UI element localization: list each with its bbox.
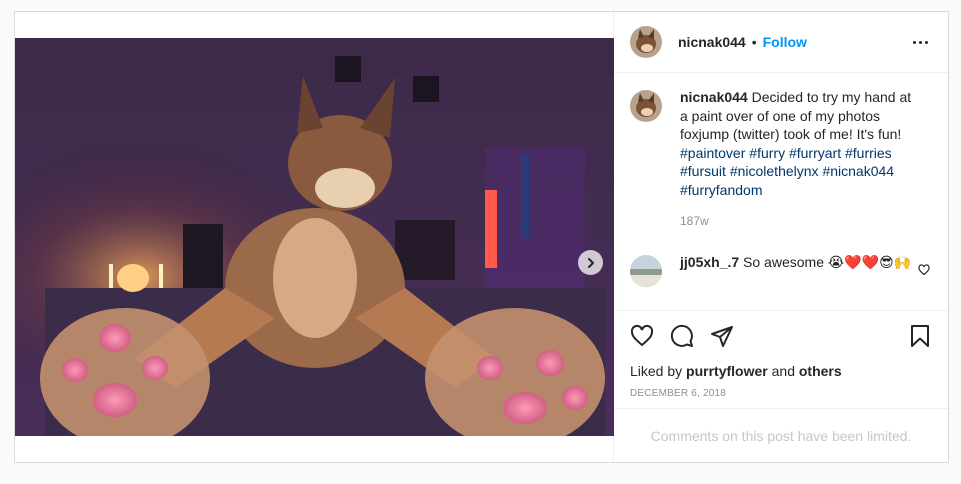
hashtag[interactable]: #furry [749,145,785,161]
likes-user[interactable]: purrtyflower [686,363,768,379]
post-photo[interactable] [15,38,614,436]
comment-like-heart-icon[interactable] [918,263,930,279]
hashtag[interactable]: #furries [845,145,892,161]
likes-prefix: Liked by [630,363,683,379]
post-sidebar: nicnak044 • Follow nicnak044 Decided to … [614,12,948,462]
likes-others[interactable]: others [799,363,842,379]
fursuit-photo-image [15,38,614,436]
caption-hashtags: #paintover #furry #furryart #furries #fu… [680,145,894,198]
likes-summary: Liked by purrtyflower and others [614,363,948,379]
likes-joiner: and [771,363,795,379]
hashtag[interactable]: #nicnak044 [822,163,894,179]
instagram-post: nicnak044 • Follow nicnak044 Decided to … [14,11,949,463]
comment: jj05xh_.7 So awesome 😭❤️❤️😎🙌 [630,253,932,287]
heart-icon[interactable] [622,316,662,356]
comments-section: nicnak044 Decided to try my hand at a pa… [614,74,948,310]
author-username[interactable]: nicnak044 [678,34,746,50]
caption-body: nicnak044 Decided to try my hand at a pa… [680,88,920,231]
hashtag[interactable]: #furryart [789,145,841,161]
more-options-icon[interactable] [909,37,932,48]
action-bar [614,311,948,361]
header-separator: • [751,34,757,50]
caption-username[interactable]: nicnak044 [680,89,748,105]
carousel-next-button[interactable] [578,250,603,275]
comment-icon[interactable] [662,316,702,356]
comments-limited-notice: Comments on this post have been limited. [614,408,948,462]
author-avatar[interactable] [630,26,662,58]
follow-button[interactable]: Follow [763,34,807,50]
post-actions-panel: Liked by purrtyflower and others DECEMBE… [614,310,948,399]
caption-timestamp[interactable]: 187w [680,212,920,231]
lynx-avatar-icon [630,26,662,58]
hashtag[interactable]: #furryfandom [680,182,762,198]
post-date[interactable]: DECEMBER 6, 2018 [614,388,948,399]
lynx-avatar-icon [630,90,662,122]
chevron-right-icon [587,257,594,268]
comment-text: So awesome 😭❤️❤️😎🙌 [743,253,912,270]
post-media [15,12,614,462]
post-header: nicnak044 • Follow [614,12,948,73]
caption-avatar[interactable] [630,90,662,122]
bookmark-icon[interactable] [900,316,940,356]
paper-plane-icon[interactable] [702,316,742,356]
comment-body: jj05xh_.7 So awesome 😭❤️❤️😎🙌 [680,253,920,287]
commenter-avatar[interactable] [630,254,662,287]
caption: nicnak044 Decided to try my hand at a pa… [630,88,932,231]
hashtag[interactable]: #fursuit [680,163,726,179]
comment-username[interactable]: jj05xh_.7 [680,254,739,270]
hashtag[interactable]: #nicolethelynx [730,163,819,179]
landscape-avatar-icon [630,254,662,287]
hashtag[interactable]: #paintover [680,145,745,161]
